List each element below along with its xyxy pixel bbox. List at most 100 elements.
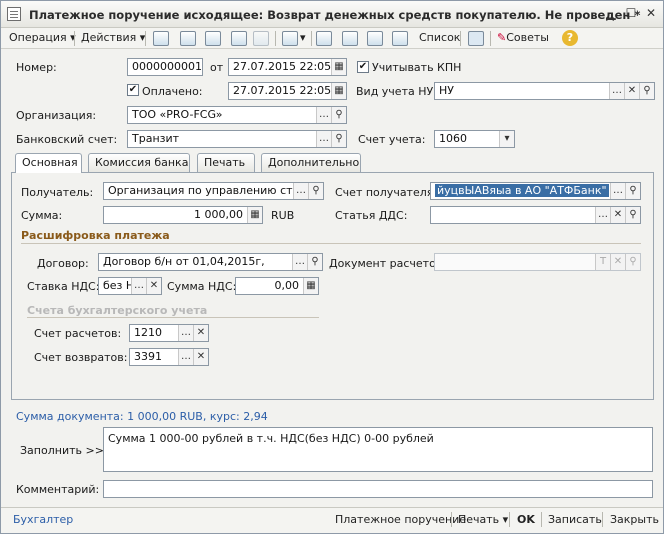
search-icon[interactable]: ⚲ [308, 183, 323, 199]
breakdown-section-title: Расшифровка платежа [21, 229, 170, 242]
structure-icon[interactable] [316, 31, 332, 46]
save-button[interactable]: Записать [548, 513, 602, 526]
tab-print[interactable]: Печать [197, 153, 255, 172]
search-icon[interactable]: ⚲ [331, 131, 346, 147]
movements-icon[interactable] [342, 31, 358, 46]
kpn-label: Учитывать КПН [372, 61, 462, 74]
settle-doc-input[interactable]: T ✕ ⚲ [434, 253, 641, 271]
recipient-account-input[interactable]: йуцвЫАВяыа в АО "АТФБанк" … ⚲ [430, 182, 641, 200]
tab-bank-commission[interactable]: Комиссия банка [88, 153, 190, 172]
return-account-input[interactable]: 3391 … ✕ [129, 348, 209, 366]
select-dots-icon[interactable]: … [178, 349, 193, 365]
tips-icon: ✎ [497, 31, 507, 44]
currency-label: RUB [271, 209, 295, 222]
paid-date-input[interactable]: 27.07.2015 22:05:02 ▦ [228, 82, 347, 100]
select-dots-icon[interactable]: … [292, 254, 307, 270]
list-button[interactable]: Список [419, 30, 460, 47]
settle-account-label: Счет расчетов: [34, 327, 122, 340]
help-icon[interactable]: ? [562, 30, 578, 46]
search-icon[interactable]: ⚲ [331, 107, 346, 123]
number-input[interactable]: 00000000018 [127, 58, 203, 76]
search-icon[interactable]: ⚲ [625, 254, 640, 270]
copy-icon[interactable] [205, 31, 221, 46]
unpost-icon[interactable] [253, 31, 269, 46]
clear-icon[interactable]: ✕ [193, 325, 208, 341]
clear-icon[interactable]: ✕ [610, 254, 625, 270]
payment-order-button[interactable]: Платежное поручение [335, 513, 466, 526]
calculator-icon[interactable]: ▦ [303, 278, 318, 294]
breakdown-divider [21, 243, 641, 244]
clear-icon[interactable]: ✕ [610, 207, 625, 223]
vat-sum-input[interactable]: 0,00 ▦ [235, 277, 319, 295]
post-close-icon[interactable] [153, 31, 169, 46]
sum-label: Сумма: [21, 209, 63, 222]
select-dots-icon[interactable]: … [178, 325, 193, 341]
account-select[interactable]: 1060 ▾ [434, 130, 515, 148]
recipient-account-label: Счет получателя: [335, 186, 438, 199]
select-dots-icon[interactable]: … [293, 183, 308, 199]
enter-based-icon[interactable] [282, 31, 298, 46]
org-input[interactable]: ТОО «PRO-FCG» … ⚲ [127, 106, 347, 124]
recipient-input[interactable]: Организация по управлению стресс … ⚲ [103, 182, 324, 200]
clear-icon[interactable]: ✕ [146, 278, 161, 294]
type-icon[interactable]: T [595, 254, 610, 270]
calendar-icon[interactable]: ▦ [331, 83, 346, 99]
paid-checkbox[interactable]: ✔ [127, 84, 139, 96]
select-dots-icon[interactable]: … [610, 183, 625, 199]
fill-button[interactable]: Заполнить >> ▾ [20, 444, 113, 457]
vat-rate-input[interactable]: без Н … ✕ [98, 277, 162, 295]
select-dots-icon[interactable]: … [609, 83, 624, 99]
print-menu-button[interactable]: Печать ▾ [458, 513, 508, 526]
select-dots-icon[interactable]: … [131, 278, 146, 294]
contract-input[interactable]: Договор б/н от 01,04,2015г, … ⚲ [98, 253, 323, 271]
clear-icon[interactable]: ✕ [624, 83, 639, 99]
close-button[interactable]: Закрыть [610, 513, 659, 526]
bottom-bar: Бухгалтер Платежное поручение Печать ▾ O… [1, 507, 663, 533]
comment-input[interactable] [103, 480, 653, 498]
bank-account-label: Банковский счет: [16, 133, 118, 146]
dds-input[interactable]: … ✕ ⚲ [430, 206, 641, 224]
document-sum-link[interactable]: Сумма документа: 1 000,00 RUB, курс: 2,9… [16, 410, 268, 423]
select-dots-icon[interactable]: … [316, 107, 331, 123]
tab-additional[interactable]: Дополнительно [261, 153, 361, 172]
maximize-button[interactable]: ☐ [624, 7, 638, 21]
calculator-icon[interactable]: ▦ [247, 207, 262, 223]
payment-purpose-text[interactable]: Сумма 1 000-00 рублей в т.ч. НДС(без НДС… [103, 427, 653, 472]
select-dots-icon[interactable]: … [595, 207, 610, 223]
kpn-checkbox[interactable]: ✔ [357, 61, 369, 73]
vat-rate-label: Ставка НДС: [27, 280, 100, 293]
enter-based-dropdown[interactable]: ▾ [300, 30, 306, 47]
paid-label: Оплачено: [142, 85, 203, 98]
search-icon[interactable]: ⚲ [625, 207, 640, 223]
accounts-section-title: Счета бухгалтерского учета [27, 304, 208, 317]
tax-view-input[interactable]: НУ … ✕ ⚲ [434, 82, 655, 100]
tree-icon[interactable] [468, 31, 484, 46]
select-dots-icon[interactable]: … [316, 131, 331, 147]
calendar-icon[interactable]: ▦ [331, 59, 346, 75]
user-link[interactable]: Бухгалтер [13, 513, 73, 526]
sum-input[interactable]: 1 000,00 ▦ [103, 206, 263, 224]
print-form-icon[interactable] [392, 31, 408, 46]
date-input[interactable]: 27.07.2015 22:05:02 ▦ [228, 58, 347, 76]
minimize-button[interactable]: ▁ [604, 7, 618, 21]
document-icon [7, 7, 21, 21]
tips-button[interactable]: ✎Советы [497, 30, 549, 47]
post-icon[interactable] [231, 31, 247, 46]
settle-account-input[interactable]: 1210 … ✕ [129, 324, 209, 342]
search-icon[interactable]: ⚲ [639, 83, 654, 99]
ok-button[interactable]: OK [517, 513, 535, 526]
chevron-down-icon[interactable]: ▾ [499, 131, 514, 147]
title-bar: Платежное поручение исходящее: Возврат д… [1, 1, 663, 28]
tab-main[interactable]: Основная [15, 153, 82, 173]
operation-menu[interactable]: Операция ▾ [9, 30, 76, 47]
clear-icon[interactable]: ✕ [193, 349, 208, 365]
bank-account-input[interactable]: Транзит … ⚲ [127, 130, 347, 148]
return-account-label: Счет возвратов: [34, 351, 128, 364]
debit-credit-icon[interactable] [367, 31, 383, 46]
close-window-button[interactable]: ✕ [644, 7, 658, 21]
actions-menu[interactable]: Действия ▾ [81, 30, 145, 47]
tax-view-label: Вид учета НУ: [356, 85, 437, 98]
search-icon[interactable]: ⚲ [625, 183, 640, 199]
search-icon[interactable]: ⚲ [307, 254, 322, 270]
refresh-icon[interactable] [180, 31, 196, 46]
